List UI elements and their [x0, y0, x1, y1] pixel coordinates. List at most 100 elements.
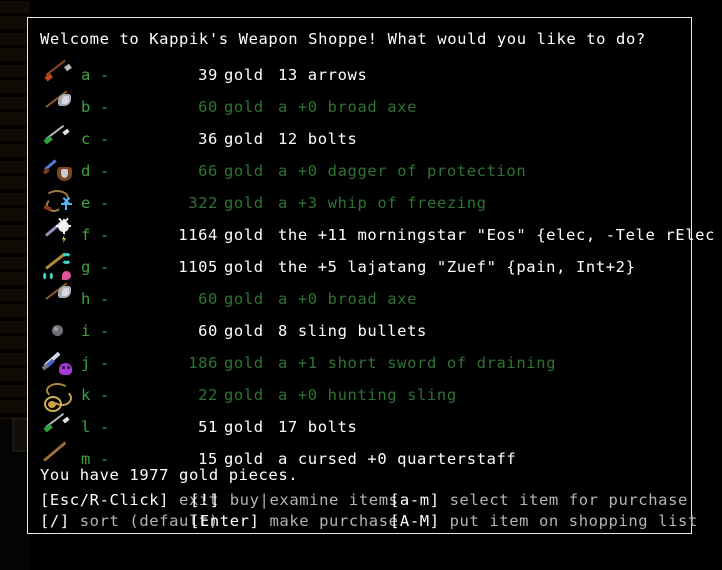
command-description: make purchase [259, 512, 399, 530]
item-description: 13 arrows [278, 66, 368, 84]
wall-tile-seam [0, 384, 30, 385]
dagger-shield-icon [42, 156, 74, 186]
item-key-letter[interactable]: i [81, 323, 91, 340]
arrow-icon [42, 59, 74, 90]
item-key-dash: - [100, 290, 110, 308]
item-key-letter[interactable]: l [81, 419, 91, 436]
shop-greeting-title: Welcome to Kappik's Weapon Shoppe! What … [40, 30, 646, 48]
item-key-dash: - [100, 322, 110, 340]
item-currency-label: gold [224, 258, 264, 276]
wall-tile-seam [0, 192, 30, 193]
wall-tile-seam [0, 224, 30, 225]
item-currency-label: gold [224, 418, 264, 436]
item-price: 1105 [178, 258, 218, 276]
command-description: put item on shopping list [439, 512, 698, 530]
item-price: 36 [198, 130, 218, 148]
item-key-dash: - [100, 258, 110, 276]
item-description: a +1 short sword of draining [278, 354, 557, 372]
item-description: a +0 broad axe [278, 98, 418, 116]
item-key-letter[interactable]: c [81, 131, 91, 148]
item-key-letter[interactable]: j [81, 355, 91, 372]
command-key: [/] [40, 512, 70, 530]
item-key-dash: - [100, 66, 110, 84]
short-sword-draining-icon [41, 348, 74, 378]
lajatang-pain-icon [42, 252, 74, 282]
item-price: 39 [198, 66, 218, 84]
item-key-letter[interactable]: h [81, 291, 91, 308]
item-key-letter[interactable]: b [81, 99, 91, 116]
shop-item-row[interactable]: e - 322 gold a +3 whip of freezing [28, 186, 691, 218]
shop-item-row[interactable]: j - 186 gold a +1 short sword of draining [28, 346, 691, 378]
shop-item-row[interactable]: d - 66 gold a +0 dagger of protection [28, 154, 691, 186]
shop-item-row[interactable]: k - 22 gold a +0 hunting sling [28, 378, 691, 412]
shop-item-row[interactable]: h - 60 gold a +0 broad axe [28, 282, 691, 314]
item-description: 17 bolts [278, 418, 358, 436]
item-description: a cursed +0 quarterstaff [278, 450, 517, 468]
item-key-letter[interactable]: a [81, 67, 91, 84]
wall-tile-seam [0, 416, 30, 417]
item-description: the +5 lajatang "Zuef" {pain, Int+2} [278, 258, 636, 276]
shop-item-row[interactable]: l - 51 gold 17 bolts [28, 410, 691, 442]
command-entry[interactable]: [A-M] put item on shopping list [390, 511, 698, 532]
item-currency-label: gold [224, 354, 264, 372]
item-currency-label: gold [224, 194, 264, 212]
item-price: 60 [198, 322, 218, 340]
item-currency-label: gold [224, 130, 264, 148]
shop-item-row[interactable]: g - 1105 gold the +5 lajatang "Zuef" {pain, … [28, 250, 691, 282]
dungeon-wall-backdrop [0, 0, 30, 570]
item-key-dash: - [100, 354, 110, 372]
command-key: [!] [190, 491, 220, 509]
shop-item-list: a -39 gold 13 arrows b -60 gold a +0 broad axe c… [28, 58, 714, 474]
item-key-letter[interactable]: g [81, 259, 91, 276]
item-price: 186 [188, 354, 218, 372]
wall-tile-seam [0, 32, 30, 33]
command-entry[interactable]: [a-m] select item for purchase [390, 490, 688, 511]
command-entry[interactable]: [Enter] make purchase [190, 511, 399, 532]
wall-tile-seam [0, 352, 30, 353]
item-key-dash: - [100, 194, 110, 212]
shop-item-row[interactable]: a - 39 gold 13 arrows [28, 58, 691, 90]
bolt-icon [42, 412, 74, 442]
sling-bullet-icon [42, 316, 74, 346]
item-description: 8 sling bullets [278, 322, 427, 340]
item-price: 60 [198, 290, 218, 308]
item-description: a +3 whip of freezing [278, 194, 487, 212]
command-description: buy|examine items [219, 491, 399, 509]
item-key-letter[interactable]: k [81, 387, 91, 404]
player-gold-line: You have 1977 gold pieces. [40, 466, 299, 484]
item-key-letter[interactable]: d [81, 163, 91, 180]
item-key-dash: - [100, 386, 110, 404]
shop-item-row[interactable]: b - 60 gold a +0 broad axe [28, 90, 691, 122]
broad-axe-icon [42, 282, 74, 314]
item-price: 1164 [178, 226, 218, 244]
item-currency-label: gold [224, 226, 264, 244]
item-key-dash: - [100, 98, 110, 116]
item-price: 322 [188, 194, 218, 212]
item-key-letter[interactable]: e [81, 195, 91, 212]
item-description: a +0 dagger of protection [278, 162, 527, 180]
wall-tile-seam [0, 160, 30, 161]
command-entry[interactable]: [!] buy|examine items [190, 490, 399, 511]
bolt-icon [42, 124, 74, 154]
command-key: [Enter] [190, 512, 260, 530]
item-key-dash: - [100, 226, 110, 244]
item-currency-label: gold [224, 386, 264, 404]
item-currency-label: gold [224, 98, 264, 116]
item-description: the +11 morningstar "Eos" {elec, -Tele r… [278, 226, 715, 244]
wall-tile-seam [0, 96, 30, 97]
broad-axe-icon [42, 90, 74, 122]
item-currency-label: gold [224, 322, 264, 340]
shop-item-row[interactable]: f - 1164 gold the +11 morningstar "Eos" {ele… [28, 217, 714, 250]
item-currency-label: gold [224, 162, 264, 180]
morningstar-lightning-icon [42, 217, 74, 250]
command-description: select item for purchase [439, 491, 688, 509]
whip-snowflake-icon [42, 188, 74, 218]
item-key-letter[interactable]: f [81, 227, 91, 244]
wall-tile-seam [0, 256, 30, 257]
wall-tile-seam [0, 0, 30, 1]
shop-item-row[interactable]: i - 60 gold 8 sling bullets [28, 314, 691, 346]
shop-item-row[interactable]: c - 36 gold 12 bolts [28, 122, 691, 154]
wall-tile-seam [0, 128, 30, 129]
item-currency-label: gold [224, 66, 264, 84]
item-price: 22 [198, 386, 218, 404]
